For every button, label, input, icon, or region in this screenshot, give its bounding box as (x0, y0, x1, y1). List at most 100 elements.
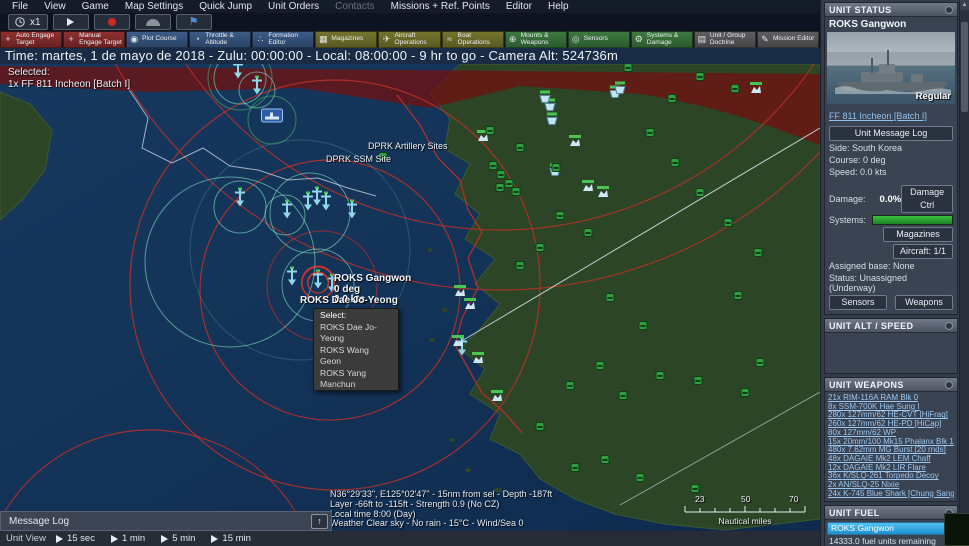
friendly-ship-marker[interactable] (319, 191, 333, 217)
facility-marker[interactable] (635, 469, 645, 487)
damage-ctrl-button[interactable]: Damage Ctrl (901, 185, 953, 213)
scrollbar-thumb[interactable] (961, 22, 968, 112)
scroll-up-icon[interactable]: ▲ (960, 0, 969, 10)
installation-marker[interactable] (451, 334, 465, 352)
advance-5min-button[interactable]: 5 min (161, 533, 195, 544)
facility-marker[interactable] (595, 357, 605, 375)
friendly-boat-marker[interactable] (634, 64, 646, 70)
menu-view[interactable]: View (36, 0, 74, 13)
context-menu-item[interactable]: ROKS Wang Geon (314, 344, 398, 367)
facility-marker[interactable] (565, 377, 575, 395)
minimized-window[interactable] (944, 513, 969, 546)
installation-marker[interactable] (490, 389, 504, 407)
weapon-link[interactable]: 80x 127mm/62 WP (828, 429, 954, 438)
facility-marker[interactable] (667, 90, 677, 108)
facility-marker[interactable] (485, 122, 495, 140)
facility-marker[interactable] (535, 418, 545, 436)
facility-marker[interactable] (555, 207, 565, 225)
weapon-link[interactable]: 24x K-745 Blue Shark [Chung Sang Eo] (828, 490, 954, 499)
friendly-ship-marker[interactable] (280, 199, 294, 225)
facility-marker[interactable] (645, 124, 655, 142)
facility-marker[interactable] (695, 184, 705, 202)
facility-marker[interactable] (515, 139, 525, 157)
advance-1min-button[interactable]: 1 min (110, 533, 145, 544)
pin-icon[interactable] (945, 380, 953, 389)
run-button[interactable] (52, 14, 89, 30)
bookmark-flag-button[interactable]: ⚑ (175, 14, 212, 30)
menu-quick-jump[interactable]: Quick Jump (191, 0, 260, 13)
throttle-altitude-button[interactable]: Throttle & Altitude (189, 31, 252, 48)
facility-marker[interactable] (515, 257, 525, 275)
ship-group-marker[interactable] (261, 108, 283, 128)
friendly-ship-marker[interactable] (345, 199, 359, 225)
message-log-bar[interactable]: Message Log ↑ (0, 511, 332, 531)
facility-marker[interactable] (753, 244, 763, 262)
advance-15min-button[interactable]: 15 min (211, 533, 251, 544)
sensors-panel-button[interactable]: Sensors (829, 295, 887, 310)
friendly-ship-marker[interactable] (285, 266, 299, 292)
weapon-link[interactable]: 36x K/SLQ-261 Torpedo Decoy (828, 472, 954, 481)
installation-marker[interactable] (581, 179, 595, 197)
binoculars-button[interactable] (134, 14, 171, 30)
friendly-ship-marker[interactable] (250, 75, 264, 101)
facility-marker[interactable] (638, 317, 648, 335)
weapon-link[interactable]: 48x DAGAIE Mk2 LEM Chaff (828, 455, 954, 464)
facility-marker[interactable] (618, 387, 628, 405)
friendly-boat-marker[interactable] (546, 112, 558, 132)
sidebar-scrollbar[interactable]: ▲ ▼ (959, 0, 969, 546)
pin-icon[interactable] (945, 321, 953, 330)
unit-view-label[interactable]: Unit View (6, 533, 46, 544)
facility-marker[interactable] (600, 451, 610, 469)
context-menu-item[interactable]: ROKS Yang Manchun (314, 367, 398, 390)
menu-map-settings[interactable]: Map Settings (117, 0, 191, 13)
systems-damage-button[interactable]: Systems & Damage (630, 31, 693, 48)
facility-marker[interactable] (583, 224, 593, 242)
facility-marker[interactable] (670, 154, 680, 172)
fuel-selected-unit[interactable]: ROKS Gangwon (827, 522, 955, 536)
installation-marker[interactable] (749, 81, 763, 99)
record-button[interactable] (93, 14, 130, 30)
auto-engage-target-button[interactable]: Auto Engage Target (0, 31, 63, 48)
facility-marker[interactable] (733, 287, 743, 305)
plot-course-button[interactable]: Plot Course (126, 31, 189, 48)
mounts-weapons-button[interactable]: Mounts & Weapons (504, 31, 567, 48)
installation-marker[interactable] (596, 185, 610, 203)
facility-marker[interactable] (511, 183, 521, 201)
menu-file[interactable]: File (4, 0, 36, 13)
facility-marker[interactable] (695, 68, 705, 86)
facility-marker[interactable] (693, 372, 703, 390)
weapons-panel-button[interactable]: Weapons (895, 295, 953, 310)
friendly-boat-marker[interactable] (614, 81, 626, 101)
weapon-link[interactable]: 21x RIM-116A RAM Blk 0 (828, 394, 954, 403)
menu-game[interactable]: Game (74, 0, 117, 13)
weapon-link[interactable]: 280x 127mm/62 HE-CVT [HiFrag] (828, 411, 954, 420)
pin-icon[interactable] (945, 5, 953, 14)
weapon-link[interactable]: 480x 7.62mm MG Burst [20 rnds] (828, 446, 954, 455)
sensors-button[interactable]: Sensors (567, 31, 630, 48)
context-menu-item[interactable]: ROKS Dae Jo-Yeong (314, 321, 398, 344)
boat-operations-button[interactable]: Boat Operations (441, 31, 504, 48)
weapon-link[interactable]: 15x 20mm/100 Mk15 Phalanx Blk 1B Burst] (828, 438, 954, 447)
weapon-link[interactable]: 2x AN/SLQ-25 Nixie (828, 481, 954, 490)
unit-group-doctrine-button[interactable]: Unit / Group Doctrine (693, 31, 756, 48)
unit-message-log-button[interactable]: Unit Message Log (829, 126, 953, 141)
friendly-boat-marker[interactable] (539, 90, 551, 110)
magazines-panel-button[interactable]: Magazines (883, 227, 953, 242)
facility-marker[interactable] (755, 354, 765, 372)
friendly-ship-marker[interactable] (231, 64, 245, 85)
installation-marker[interactable] (568, 134, 582, 152)
facility-marker[interactable] (723, 214, 733, 232)
facility-marker[interactable] (623, 64, 633, 77)
aircraft-operations-button[interactable]: Aircraft Operations (378, 31, 441, 48)
mission-editor-button[interactable]: Mission Editor (756, 31, 820, 48)
advance-15sec-button[interactable]: 15 sec (55, 533, 95, 544)
unit-class-link[interactable]: FF 811 Incheon [Batch I] (829, 111, 927, 121)
menu-help[interactable]: Help (540, 0, 577, 13)
map-viewport[interactable]: Selected: 1x FF 811 Incheon [Batch I] RO… (0, 64, 820, 546)
facility-marker[interactable] (570, 459, 580, 477)
time-compression-button[interactable]: x1 (8, 14, 48, 30)
facility-marker[interactable] (730, 80, 740, 98)
facility-marker[interactable] (655, 367, 665, 385)
installation-marker[interactable] (471, 351, 485, 369)
facility-marker[interactable] (535, 239, 545, 257)
